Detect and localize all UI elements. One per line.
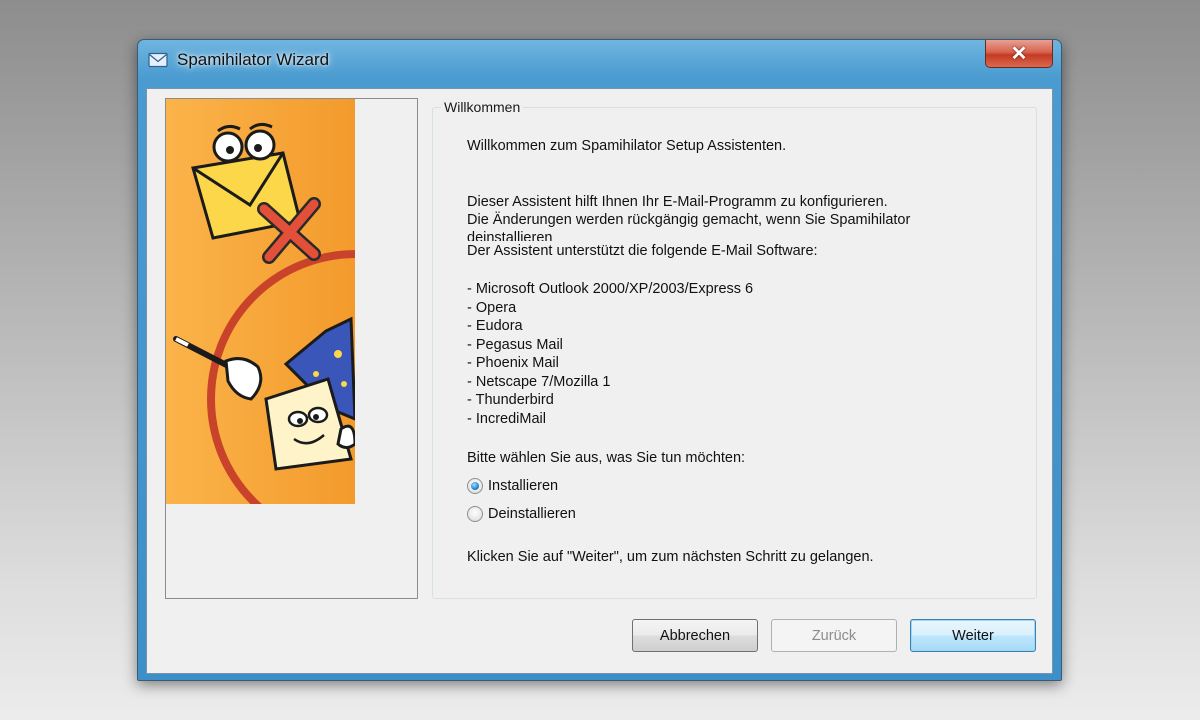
software-item: - Phoenix Mail <box>467 355 559 371</box>
software-item: - Eudora <box>467 318 523 334</box>
supported-software-heading: Der Assistent unterstützt die folgende E… <box>467 243 818 259</box>
radio-install[interactable]: Installieren <box>467 476 558 496</box>
software-item: - Pegasus Mail <box>467 336 563 353</box>
description-line-1: Dieser Assistent hilft Ihnen Ihr E-Mail-… <box>467 194 888 210</box>
software-item: - Netscape 7/Mozilla 1 <box>467 373 611 390</box>
back-button[interactable]: Zurück <box>771 619 897 652</box>
radio-checked[interactable] <box>467 478 483 494</box>
next-step-hint: Klicken Sie auf "Weiter", um zum nächste… <box>467 549 874 565</box>
cancel-button[interactable]: Abbrechen <box>632 619 758 652</box>
software-item: - Microsoft Outlook 2000/XP/2003/Express… <box>467 281 754 297</box>
wizard-client-area: Willkommen Willkommen zum Spamihilator S… <box>146 88 1053 674</box>
welcome-text: Willkommen zum Spamihilator Setup Assist… <box>467 138 787 154</box>
software-item: - Thunderbird <box>467 392 554 408</box>
description-line-2: Die Änderungen werden rückgängig gemacht… <box>467 212 911 228</box>
mail-icon <box>148 52 168 68</box>
close-icon: ✕ <box>1010 43 1028 65</box>
groupbox-title: Willkommen <box>441 99 524 115</box>
title-bar[interactable]: Spamihilator Wizard ✕ <box>138 40 1061 82</box>
next-button[interactable]: Weiter <box>910 619 1036 652</box>
software-item: - IncrediMail <box>467 410 546 427</box>
wizard-illustration <box>166 99 355 504</box>
illustration-panel <box>165 98 418 599</box>
close-button[interactable]: ✕ <box>985 40 1053 68</box>
radio-install-label[interactable]: Installieren <box>488 478 558 494</box>
radio-uninstall-label[interactable]: Deinstallieren <box>488 506 576 522</box>
wizard-window: Spamihilator Wizard ✕ Willkommen Willkom… <box>137 39 1062 681</box>
radio-uninstall[interactable]: Deinstallieren <box>467 504 576 524</box>
description-line-3: deinstallieren <box>467 230 553 241</box>
software-item: - Opera <box>467 299 517 316</box>
welcome-groupbox: Willkommen Willkommen zum Spamihilator S… <box>432 99 1037 599</box>
radio-unchecked[interactable] <box>467 506 483 522</box>
window-title: Spamihilator Wizard <box>177 50 330 69</box>
choose-action-prompt: Bitte wählen Sie aus, was Sie tun möchte… <box>467 450 746 466</box>
